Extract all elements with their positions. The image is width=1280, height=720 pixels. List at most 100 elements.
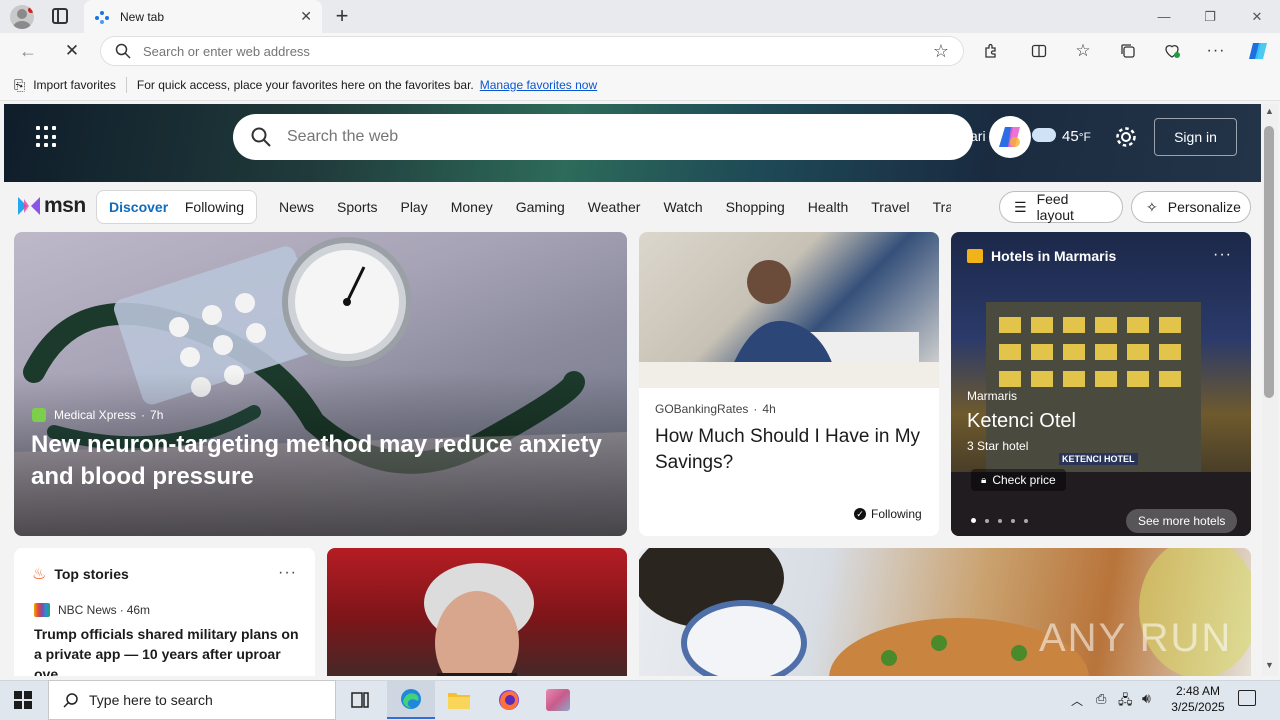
apps-grid-icon[interactable] [36,126,58,148]
savings-story-headline[interactable]: How Much Should I Have in My Savings? [655,424,925,476]
lock-icon: 🔒︎ [981,474,987,486]
top-story-source: NBC News [58,603,117,617]
web-search-input[interactable] [287,128,955,146]
firefox-icon[interactable] [485,681,533,719]
close-window-button[interactable]: ✕ [1234,0,1280,33]
import-favorites-icon[interactable]: ⎘ [14,77,25,94]
msn-nav-row: msn Discover Following News Sports Play … [4,182,1261,232]
meet-now-icon[interactable]: ⎙ [1096,691,1106,707]
carousel-dot[interactable] [971,518,976,523]
import-favorites-button[interactable]: Import favorites [33,78,116,92]
see-more-hotels-button[interactable]: See more hotels [1126,509,1238,533]
feed-layout-button[interactable]: ☰ Feed layout [999,191,1123,223]
edge-taskbar-icon[interactable] [387,681,435,719]
nav-play[interactable]: Play [400,199,427,215]
check-price-button[interactable]: 🔒︎ Check price [971,469,1066,491]
tab-new-tab[interactable]: New tab ✕ [84,0,322,33]
nav-watch[interactable]: Watch [663,199,702,215]
address-input[interactable] [143,43,933,59]
more-options-icon[interactable]: ··· [278,564,297,582]
favorite-star-icon[interactable]: ☆ [933,41,949,62]
restore-button[interactable]: ❐ [1187,0,1233,33]
nav-gaming[interactable]: Gaming [516,199,565,215]
taskbar-search-box[interactable]: Type here to search [48,680,336,720]
show-hidden-icons-icon[interactable]: ︿ [1071,692,1083,709]
tab-strip: New tab ✕ + — ❐ ✕ [0,0,1280,33]
settings-more-icon[interactable]: ··· [1202,38,1230,64]
nav-shopping[interactable]: Shopping [726,199,785,215]
scroll-up-icon[interactable]: ▲ [1265,106,1274,116]
close-tab-icon[interactable]: ✕ [300,8,312,25]
savings-story-card[interactable]: GOBankingRates · 4h How Much Should I Ha… [639,232,939,536]
copilot-avatar-icon[interactable] [989,116,1031,158]
taskbar-search-placeholder: Type here to search [89,692,213,708]
portrait-story-card[interactable] [327,548,627,676]
hero-story-card[interactable]: Medical Xpress · 7h New neuron-targeting… [14,232,627,536]
extensions-icon[interactable] [977,38,1005,64]
browser-essentials-icon[interactable] [1158,38,1186,64]
segment-following[interactable]: Following [185,199,244,215]
page-settings-icon[interactable] [1114,125,1138,149]
more-options-icon[interactable]: ··· [1213,246,1232,264]
carousel-dot[interactable] [985,518,989,523]
sign-in-button[interactable]: Sign in [1154,118,1237,156]
new-tab-favicon-icon [94,9,110,25]
volume-icon[interactable]: 🔊︎ [1142,690,1151,707]
split-screen-icon[interactable] [1025,38,1053,64]
hotels-card[interactable]: KETENCI HOTEL Hotels in Marmaris ··· Mar… [951,232,1251,536]
carousel-dot[interactable] [998,518,1002,523]
meta-dot: · [141,408,146,422]
notifications-icon[interactable] [1238,690,1256,706]
meta-dot: · [753,402,758,416]
nav-money[interactable]: Money [451,199,493,215]
windows-start-icon[interactable] [14,691,32,709]
network-icon[interactable]: 🖧︎ [1118,691,1133,713]
carousel-dots [971,518,1028,523]
msn-logo[interactable]: msn [16,194,86,218]
feed-layout-label: Feed layout [1036,191,1074,223]
carousel-dot[interactable] [1011,518,1015,523]
food-story-card[interactable]: ANY RUN [639,548,1251,676]
hotel-name[interactable]: Ketenci Otel [967,410,1076,433]
top-story-headline[interactable]: Trump officials shared military plans on… [34,624,302,676]
minimize-button[interactable]: — [1141,0,1187,33]
hero-story-meta: Medical Xpress · 7h [32,408,163,422]
taskbar-clock[interactable]: 2:48 AM 3/25/2025 [1160,683,1236,715]
personalize-label: Personalize [1167,199,1241,215]
new-tab-button[interactable]: + [330,3,354,29]
weather-temp-value: 45 [1062,128,1079,145]
nav-sports[interactable]: Sports [337,199,377,215]
top-stories-title: Top stories [54,566,129,582]
address-bar[interactable]: ☆ [100,36,964,66]
stop-loading-button[interactable]: ✕ [56,35,88,67]
profile-icon[interactable] [10,5,34,29]
web-search-box[interactable] [233,114,973,160]
hero-story-headline[interactable]: New neuron-targeting method may reduce a… [31,429,611,493]
msn-logo-text: msn [44,194,86,217]
tab-actions-icon[interactable] [52,8,68,24]
scrollbar-thumb[interactable] [1264,126,1274,398]
task-view-icon[interactable] [336,681,384,719]
nav-traffic[interactable]: Tra [933,199,951,215]
manage-favorites-link[interactable]: Manage favorites now [480,78,597,92]
back-button[interactable]: ← [12,35,44,67]
collections-icon[interactable] [1114,38,1142,64]
favorites-icon[interactable]: ☆ [1069,38,1097,64]
personalize-button[interactable]: ✧ Personalize [1131,191,1251,223]
nav-health[interactable]: Health [808,199,848,215]
nbc-news-logo-icon [34,603,50,617]
carousel-dot[interactable] [1024,518,1028,523]
check-circle-icon: ✓ [854,508,866,520]
following-badge[interactable]: ✓ Following [854,507,922,521]
nav-weather[interactable]: Weather [588,199,641,215]
cloud-icon [1032,128,1056,142]
segment-discover[interactable]: Discover [109,199,168,215]
nav-news[interactable]: News [279,199,314,215]
scroll-down-icon[interactable]: ▼ [1265,660,1274,670]
pinned-app-icon[interactable] [534,681,582,719]
nav-travel[interactable]: Travel [871,199,909,215]
hotel-bag-icon [967,249,983,263]
top-stories-card: ♨ Top stories ··· NBC News · 46m Trump o… [14,548,315,676]
file-explorer-icon[interactable] [435,681,483,719]
copilot-icon[interactable] [1244,38,1272,64]
